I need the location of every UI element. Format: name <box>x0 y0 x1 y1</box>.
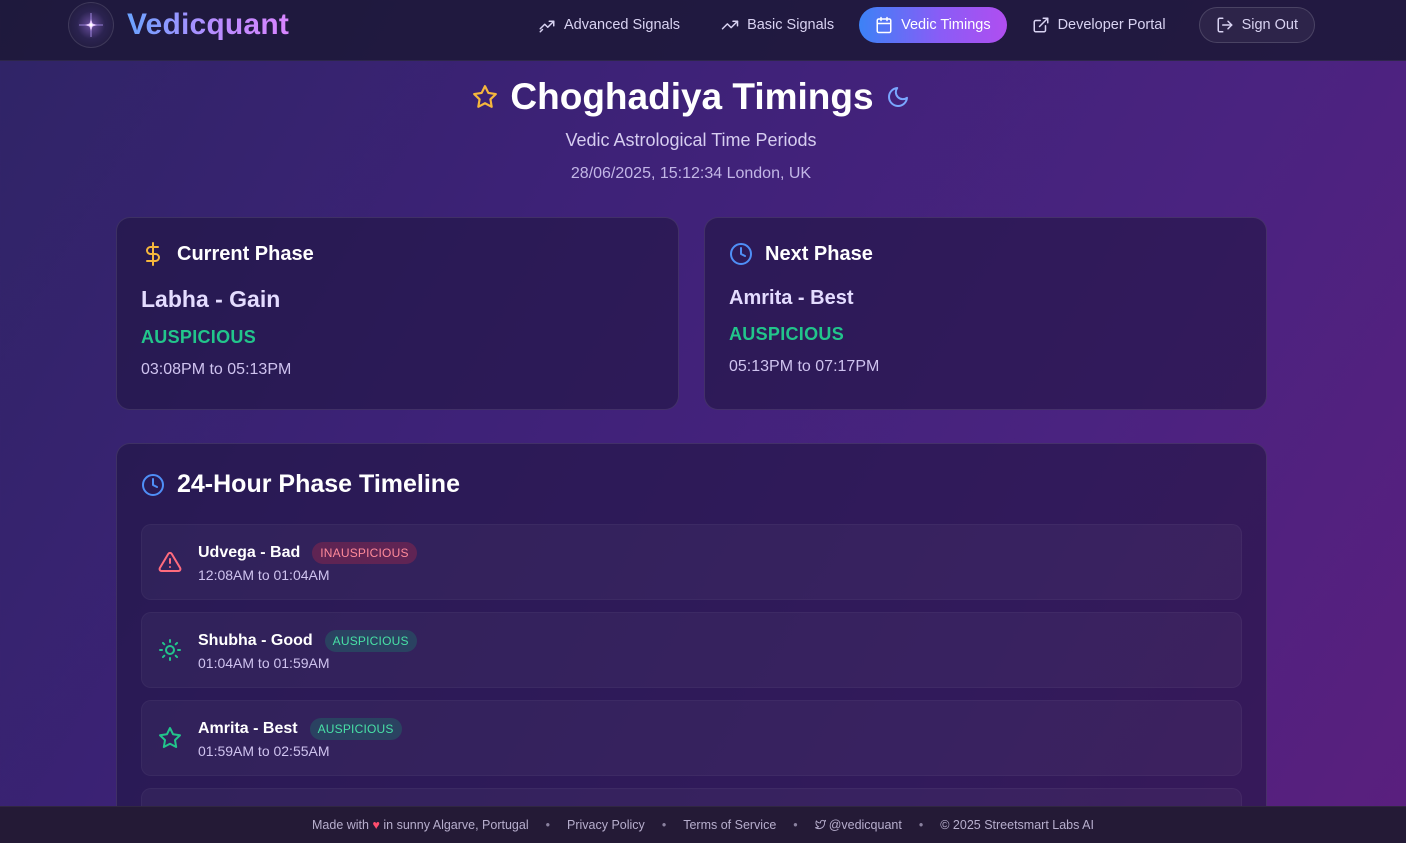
sign-out-button[interactable]: Sign Out <box>1198 7 1315 43</box>
next-phase-card: Next Phase Amrita - Best AUSPICIOUS 05:1… <box>704 217 1267 410</box>
timeline-list: Udvega - Bad INAUSPICIOUS 12:08AM to 01:… <box>141 524 1242 843</box>
nav-advanced-signals[interactable]: Advanced Signals <box>522 7 696 43</box>
current-phase-heading: Current Phase <box>177 242 314 265</box>
dollar-icon <box>146 242 160 266</box>
phase-name: Shubha - Good <box>198 631 313 649</box>
heart-icon: ♥ <box>372 818 380 832</box>
current-phase-time: 03:08PM to 05:13PM <box>141 361 292 378</box>
phase-timeline-card: 24-Hour Phase Timeline Udvega - Bad INAU… <box>116 443 1267 843</box>
status-badge: AUSPICIOUS <box>324 629 417 652</box>
footer-separator: • <box>661 818 667 832</box>
list-item[interactable]: Shubha - Good AUSPICIOUS 01:04AM to 01:5… <box>141 612 1242 688</box>
external-link-icon <box>1033 17 1049 33</box>
next-phase-status: AUSPICIOUS <box>729 324 845 344</box>
nav-basic-signals[interactable]: Basic Signals <box>705 7 850 43</box>
sign-out-label: Sign Out <box>1241 17 1298 33</box>
moon-icon <box>887 87 908 107</box>
list-item[interactable]: Amrita - Best AUSPICIOUS 01:59AM to 02:5… <box>141 700 1242 776</box>
clock-icon <box>142 473 164 496</box>
main-nav: Advanced Signals Basic Signals Vedic Tim… <box>513 7 1315 43</box>
calendar-icon <box>876 16 892 34</box>
page-heading: Choghadiya Timings Vedic Astrological Ti… <box>0 76 1382 183</box>
footer-made-with: Made with ♥ in sunny Algarve, Portugal <box>312 818 529 832</box>
page-subtitle: Vedic Astrological Time Periods <box>565 130 817 150</box>
nav-basic-signals-label: Basic Signals <box>747 17 835 33</box>
nav-developer-portal[interactable]: Developer Portal <box>1016 7 1182 43</box>
next-phase-time: 05:13PM to 07:17PM <box>729 358 880 375</box>
twitter-link[interactable]: @vedicquant <box>814 818 902 832</box>
brand-name: Vedicquant <box>127 8 290 41</box>
brand[interactable]: Vedicquant <box>68 2 289 48</box>
next-phase-heading: Next Phase <box>765 242 873 265</box>
list-item[interactable]: Udvega - Bad INAUSPICIOUS 12:08AM to 01:… <box>141 524 1242 600</box>
copyright: © 2025 Streetsmart Labs AI <box>940 818 1094 832</box>
sun-icon <box>157 637 183 663</box>
compass-logo-icon <box>68 2 114 48</box>
nav-developer-portal-label: Developer Portal <box>1057 17 1166 33</box>
trending-up-icon <box>721 20 739 30</box>
nav-advanced-signals-label: Advanced Signals <box>563 17 681 33</box>
phase-time: 12:08AM to 01:04AM <box>198 566 330 583</box>
page-title: Choghadiya Timings <box>510 76 874 117</box>
clock-icon <box>730 243 752 265</box>
footer-separator: • <box>545 818 551 832</box>
privacy-policy-link[interactable]: Privacy Policy <box>567 818 645 832</box>
footer-separator: • <box>918 818 924 832</box>
footer: Made with ♥ in sunny Algarve, Portugal •… <box>0 806 1406 843</box>
log-out-icon <box>1217 17 1233 33</box>
star-icon <box>473 85 498 108</box>
next-phase-name: Amrita - Best <box>729 287 854 309</box>
current-phase-status: AUSPICIOUS <box>141 327 257 347</box>
current-phase-name: Labha - Gain <box>141 286 281 312</box>
status-badge: INAUSPICIOUS <box>312 541 417 564</box>
terms-of-service-link[interactable]: Terms of Service <box>683 818 776 832</box>
top-navigation-bar: Vedicquant Advanced Signals Basic Signal… <box>0 0 1406 61</box>
phase-time: 01:04AM to 01:59AM <box>198 654 330 671</box>
phase-name: Amrita - Best <box>198 719 298 737</box>
timeline-heading: 24-Hour Phase Timeline <box>177 470 460 498</box>
star-icon <box>157 725 183 751</box>
current-phase-card: Current Phase Labha - Gain AUSPICIOUS 03… <box>116 217 679 410</box>
warning-icon <box>157 549 183 575</box>
status-badge: AUSPICIOUS <box>309 717 402 740</box>
phase-name: Udvega - Bad <box>198 543 301 561</box>
footer-separator: • <box>793 818 798 832</box>
phase-time: 01:59AM to 02:55AM <box>198 742 330 759</box>
nav-vedic-timings-label: Vedic Timings <box>901 17 991 33</box>
trending-signals-icon <box>539 20 555 33</box>
twitter-icon <box>814 819 826 830</box>
current-datetime: 28/06/2025, 15:12:34 London, UK <box>570 165 812 182</box>
nav-vedic-timings[interactable]: Vedic Timings <box>859 7 1007 43</box>
